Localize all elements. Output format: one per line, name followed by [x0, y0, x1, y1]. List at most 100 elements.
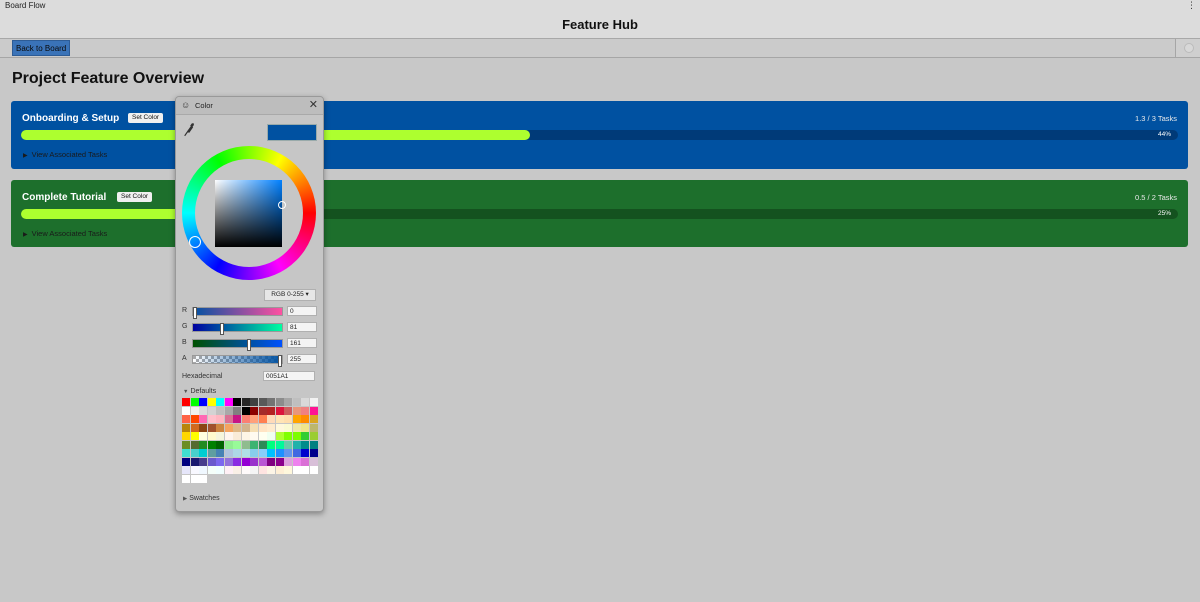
palette-swatch[interactable] — [309, 440, 318, 449]
palette-swatch[interactable] — [258, 423, 267, 432]
palette-swatch[interactable] — [301, 449, 309, 457]
hex-value-field[interactable]: 0051A1 — [263, 371, 315, 381]
palette-swatch[interactable] — [216, 415, 224, 423]
alpha-slider[interactable] — [192, 355, 283, 367]
close-icon[interactable]: ✕ — [309, 98, 318, 111]
palette-swatch[interactable] — [301, 457, 309, 466]
palette-swatch[interactable] — [224, 406, 233, 415]
palette-swatch[interactable] — [224, 423, 233, 432]
palette-swatch[interactable] — [207, 440, 216, 449]
palette-swatch[interactable] — [182, 432, 190, 440]
palette-swatch[interactable] — [275, 449, 284, 457]
palette-swatch[interactable] — [267, 423, 275, 432]
palette-swatch[interactable] — [241, 449, 250, 457]
palette-swatch[interactable] — [275, 457, 284, 466]
palette-swatch[interactable] — [309, 457, 318, 466]
palette-swatch[interactable] — [190, 423, 199, 432]
palette-swatch[interactable] — [199, 406, 207, 415]
palette-swatch[interactable] — [267, 440, 275, 449]
palette-swatch[interactable] — [284, 449, 292, 457]
window-tab-label[interactable]: Board Flow — [5, 1, 45, 10]
palette-swatch[interactable] — [224, 457, 233, 466]
palette-swatch[interactable] — [284, 398, 292, 406]
palette-swatch[interactable] — [301, 406, 309, 415]
palette-swatch[interactable] — [182, 406, 190, 415]
palette-swatch[interactable] — [207, 432, 216, 440]
palette-swatch[interactable] — [241, 440, 250, 449]
palette-swatch[interactable] — [199, 398, 207, 406]
palette-swatch[interactable] — [309, 415, 318, 423]
palette-swatch[interactable] — [199, 415, 207, 423]
palette-swatch[interactable] — [258, 440, 267, 449]
palette-swatch[interactable] — [292, 423, 301, 432]
palette-swatch[interactable] — [182, 457, 190, 466]
palette-swatch[interactable] — [207, 466, 216, 474]
palette-swatch[interactable] — [284, 466, 292, 474]
palette-swatch[interactable] — [199, 466, 207, 474]
palette-swatch[interactable] — [275, 423, 284, 432]
palette-swatch[interactable] — [190, 466, 199, 474]
palette-swatch[interactable] — [267, 432, 275, 440]
palette-swatch[interactable] — [275, 440, 284, 449]
palette-swatch[interactable] — [275, 398, 284, 406]
palette-swatch[interactable] — [292, 466, 301, 474]
more-options-icon[interactable]: ⋮ — [1187, 0, 1196, 11]
palette-swatch[interactable] — [233, 432, 241, 440]
palette-swatch[interactable] — [182, 423, 190, 432]
set-color-button[interactable]: Set Color — [128, 113, 164, 123]
palette-swatch[interactable] — [301, 423, 309, 432]
palette-swatch[interactable] — [216, 466, 224, 474]
palette-swatch[interactable] — [267, 466, 275, 474]
palette-swatch[interactable] — [292, 457, 301, 466]
current-color-swatch[interactable] — [267, 124, 317, 141]
palette-swatch[interactable] — [292, 406, 301, 415]
palette-swatch[interactable] — [250, 415, 258, 423]
palette-swatch[interactable] — [190, 440, 199, 449]
palette-swatch[interactable] — [241, 423, 250, 432]
palette-swatch[interactable] — [301, 466, 309, 474]
palette-swatch[interactable] — [292, 432, 301, 440]
palette-swatch[interactable] — [216, 432, 224, 440]
palette-swatch[interactable] — [250, 406, 258, 415]
palette-swatch[interactable] — [190, 432, 199, 440]
defaults-section-toggle[interactable]: ▼ Defaults — [183, 388, 216, 395]
palette-swatch[interactable] — [250, 449, 258, 457]
palette-swatch[interactable] — [267, 398, 275, 406]
palette-swatch[interactable] — [267, 415, 275, 423]
palette-swatch[interactable] — [224, 398, 233, 406]
palette-swatch[interactable] — [267, 406, 275, 415]
palette-swatch[interactable] — [292, 415, 301, 423]
palette-swatch[interactable] — [267, 449, 275, 457]
palette-swatch[interactable] — [284, 415, 292, 423]
hue-handle[interactable] — [189, 236, 201, 248]
palette-swatch[interactable] — [301, 398, 309, 406]
palette-swatch[interactable] — [207, 406, 216, 415]
palette-swatch[interactable] — [250, 398, 258, 406]
palette-swatch[interactable] — [250, 457, 258, 466]
palette-swatch[interactable] — [250, 440, 258, 449]
palette-swatch[interactable] — [224, 432, 233, 440]
palette-swatch[interactable] — [309, 449, 318, 457]
palette-swatch[interactable] — [190, 406, 199, 415]
palette-swatch[interactable] — [233, 466, 241, 474]
swatches-section-toggle[interactable]: ▶ Swatches — [183, 495, 220, 502]
palette-swatch[interactable] — [284, 457, 292, 466]
palette-swatch[interactable] — [292, 398, 301, 406]
palette-swatch[interactable] — [233, 457, 241, 466]
palette-swatch[interactable] — [258, 449, 267, 457]
slider-handle[interactable] — [246, 339, 251, 351]
palette-swatch[interactable] — [258, 457, 267, 466]
palette-swatch[interactable] — [199, 440, 207, 449]
palette-swatch[interactable] — [275, 432, 284, 440]
palette-swatch[interactable] — [182, 398, 190, 406]
palette-swatch[interactable] — [309, 406, 318, 415]
palette-swatch[interactable] — [207, 415, 216, 423]
palette-swatch[interactable] — [233, 415, 241, 423]
palette-swatch[interactable] — [284, 432, 292, 440]
palette-swatch[interactable] — [182, 449, 190, 457]
palette-swatch[interactable] — [190, 474, 199, 483]
palette-swatch[interactable] — [216, 423, 224, 432]
palette-swatch[interactable] — [301, 432, 309, 440]
palette-swatch[interactable] — [241, 406, 250, 415]
view-associated-tasks-toggle[interactable]: ▶ View Associated Tasks — [23, 150, 107, 159]
